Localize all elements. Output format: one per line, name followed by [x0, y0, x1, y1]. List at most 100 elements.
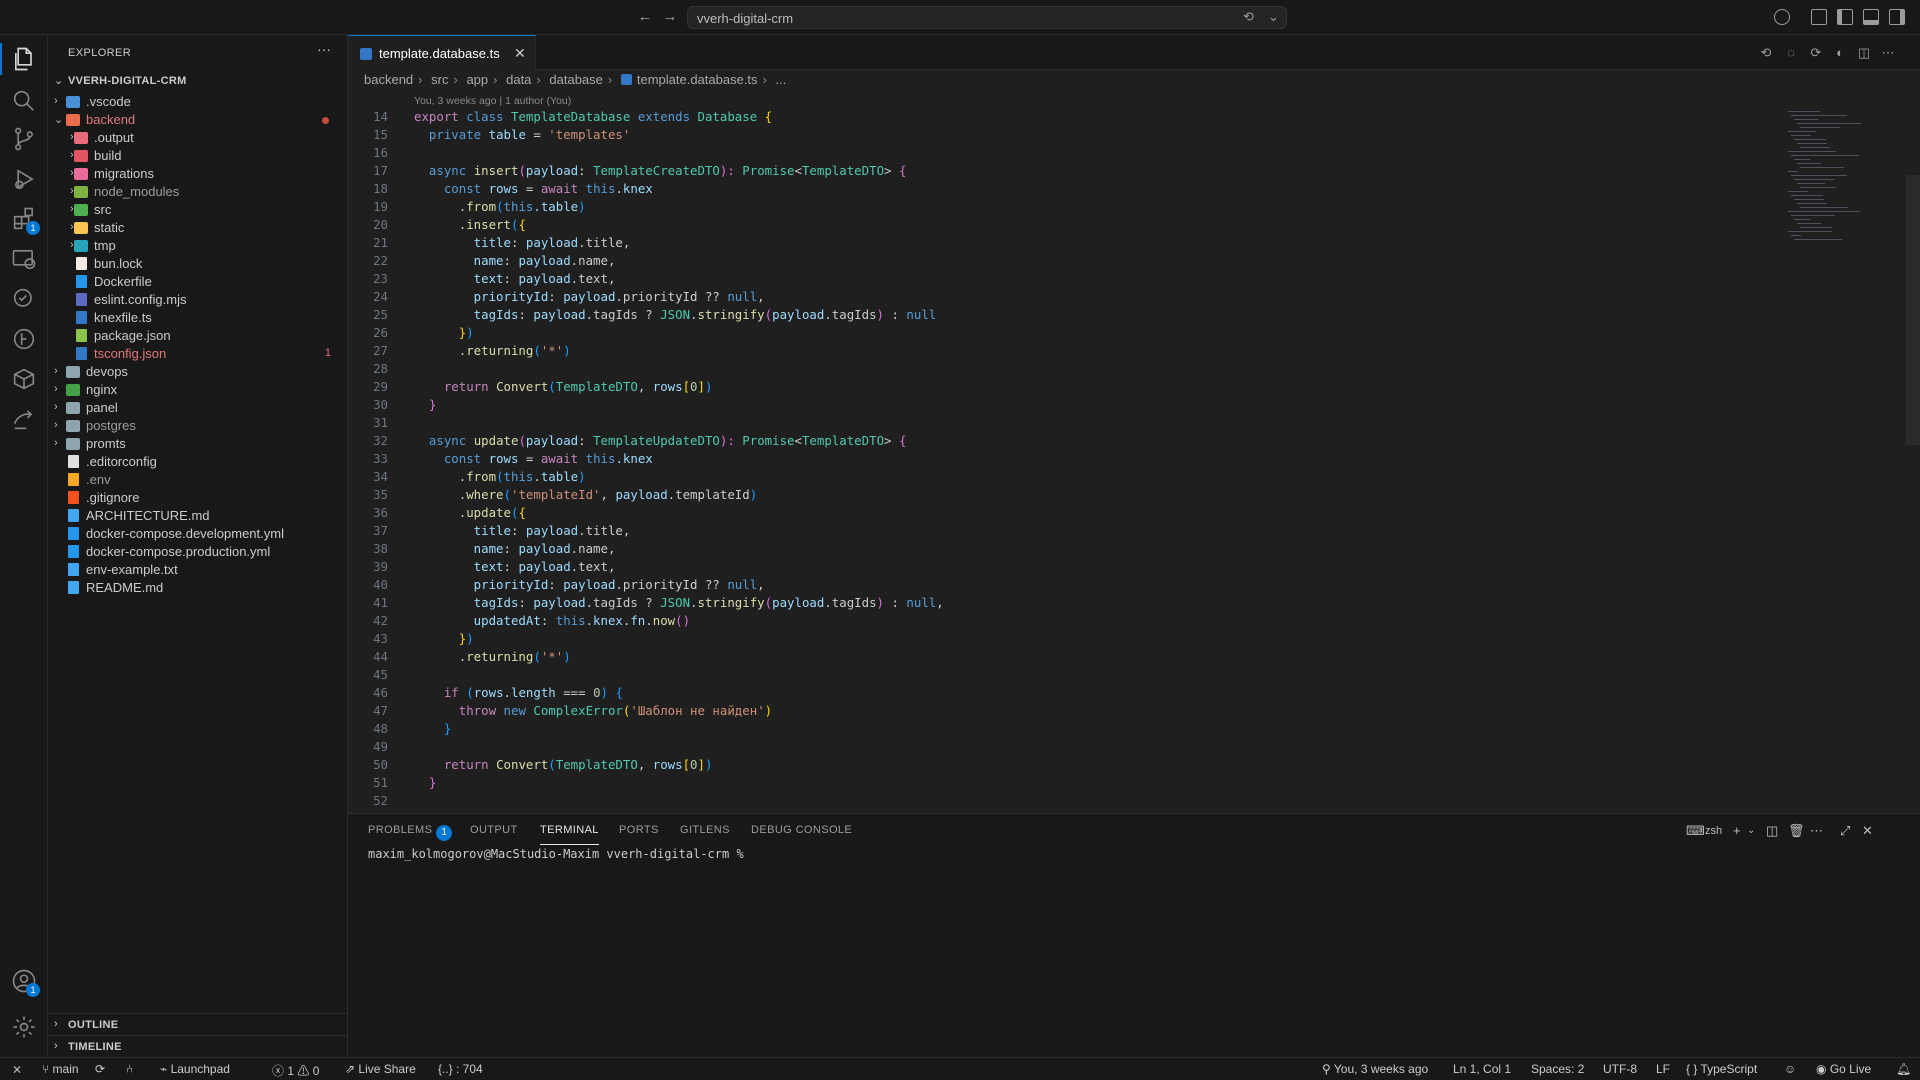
remote-indicator-icon[interactable]: ⨯ — [12, 1062, 22, 1076]
chevron-down-icon[interactable]: ⌄ — [1747, 825, 1755, 836]
breadcrumb-item[interactable]: src — [431, 72, 448, 87]
toggle-panel-icon[interactable] — [1863, 9, 1879, 25]
forward-arrow-icon[interactable]: → — [660, 7, 680, 27]
graph-icon[interactable]: ⑃ — [126, 1062, 133, 1076]
remote-explorer-icon[interactable] — [10, 245, 38, 273]
breadcrumb-item[interactable]: ... — [776, 72, 787, 87]
previous-change-icon[interactable]: ⟲ — [1758, 45, 1774, 61]
tree-item[interactable]: Dockerfile — [48, 273, 347, 291]
docker-icon[interactable] — [10, 365, 38, 393]
breadcrumb-item[interactable]: app — [466, 72, 488, 87]
tree-item[interactable]: › .vscode — [48, 93, 347, 111]
terminal-prompt[interactable]: maxim_kolmogorov@MacStudio-Maxim vverh-d… — [368, 847, 744, 861]
close-panel-icon[interactable]: ✕ — [1862, 823, 1873, 839]
open-changes-icon[interactable]: ◐ — [1832, 45, 1848, 61]
more-actions-icon[interactable]: ··· — [317, 41, 331, 57]
indentation[interactable]: Spaces: 2 — [1531, 1062, 1584, 1076]
toggle-primary-sidebar-icon[interactable] — [1837, 9, 1853, 25]
tab-gitlens[interactable]: GITLENS — [680, 824, 730, 836]
tree-item[interactable]: eslint.config.mjs — [48, 291, 347, 309]
maximize-panel-icon[interactable]: ⤢ — [1840, 823, 1850, 839]
editor-scrollbar[interactable] — [1906, 175, 1920, 445]
tree-item[interactable]: docker-compose.development.yml — [48, 525, 347, 543]
tree-item[interactable]: › migrations — [48, 165, 347, 183]
command-center[interactable]: vverh-digital-crm ⟲ ⌄ — [687, 6, 1287, 29]
copilot-icon[interactable]: ⟲ — [1243, 9, 1254, 25]
tree-item[interactable]: › src — [48, 201, 347, 219]
tree-item[interactable]: › build — [48, 147, 347, 165]
minimap[interactable] — [1788, 95, 1878, 255]
tree-item[interactable]: › panel — [48, 399, 347, 417]
split-editor-icon[interactable]: ◫ — [1856, 45, 1872, 61]
accounts-icon[interactable]: 1 — [10, 967, 40, 997]
chevron-down-icon[interactable]: ⌄ — [1268, 9, 1279, 25]
tree-item[interactable]: › postgres — [48, 417, 347, 435]
notifications-bell-icon[interactable]: 🔔︎ — [1896, 1062, 1911, 1076]
copilot-menu-icon[interactable] — [1774, 9, 1790, 25]
end-of-line[interactable]: LF — [1656, 1062, 1670, 1076]
breadcrumb-item[interactable]: data — [506, 72, 531, 87]
tree-item[interactable]: bun.lock — [48, 255, 347, 273]
tree-item[interactable]: .gitignore — [48, 489, 347, 507]
tab-output[interactable]: OUTPUT — [470, 824, 518, 836]
search-icon[interactable] — [10, 87, 38, 115]
tree-item[interactable]: › devops — [48, 363, 347, 381]
back-arrow-icon[interactable]: ← — [635, 7, 655, 27]
tab-terminal[interactable]: TERMINAL — [540, 824, 599, 845]
tree-item[interactable]: › node_modules — [48, 183, 347, 201]
cursor-position[interactable]: Ln 1, Col 1 — [1453, 1062, 1511, 1076]
breadcrumb-item[interactable]: backend — [364, 72, 413, 87]
testing-icon[interactable] — [10, 285, 38, 313]
kill-terminal-icon[interactable]: 🗑 — [1788, 823, 1805, 839]
tree-item[interactable]: docker-compose.production.yml — [48, 543, 347, 561]
tree-item[interactable]: .editorconfig — [48, 453, 347, 471]
breadcrumb-item[interactable]: template.database.ts — [637, 72, 758, 87]
next-change-icon[interactable]: ⟳ — [1808, 45, 1824, 61]
gitlens-icon[interactable] — [10, 325, 38, 353]
customize-layout-icon[interactable] — [1811, 9, 1827, 25]
tab-template-database[interactable]: template.database.ts ✕ — [348, 35, 536, 70]
extensions-icon[interactable]: 1 — [10, 205, 40, 235]
tree-item[interactable]: env-example.txt — [48, 561, 347, 579]
go-live-item[interactable]: ◉ Go Live — [1816, 1062, 1871, 1076]
run-debug-icon[interactable] — [10, 165, 38, 193]
tree-item[interactable]: › .output — [48, 129, 347, 147]
outline-section[interactable]: › OUTLINE — [48, 1013, 347, 1035]
tree-item[interactable]: › promts — [48, 435, 347, 453]
tree-item[interactable]: .env — [48, 471, 347, 489]
tree-item[interactable]: knexfile.ts — [48, 309, 347, 327]
live-share-icon[interactable] — [10, 405, 38, 433]
timeline-section[interactable]: › TIMELINE — [48, 1035, 347, 1057]
tab-ports[interactable]: PORTS — [619, 824, 659, 836]
tab-debug-console[interactable]: DEBUG CONSOLE — [751, 824, 852, 836]
tab-problems[interactable]: PROBLEMS 1 — [368, 824, 453, 841]
encoding[interactable]: UTF-8 — [1603, 1062, 1637, 1076]
tree-item[interactable]: ⌄ backend — [48, 111, 347, 129]
sync-icon[interactable]: ⟳ — [95, 1062, 105, 1076]
live-share-item[interactable]: ⇗ Live Share — [345, 1062, 416, 1076]
explorer-icon[interactable] — [10, 45, 38, 73]
tree-item[interactable]: package.json — [48, 327, 347, 345]
source-control-icon[interactable] — [10, 125, 38, 153]
split-terminal-icon[interactable]: ◫ — [1766, 823, 1778, 839]
tree-item[interactable]: tsconfig.json 1 — [48, 345, 347, 363]
more-actions-icon[interactable]: ⋯ — [1880, 45, 1896, 61]
new-terminal-icon[interactable]: + — [1733, 823, 1741, 838]
blame-item[interactable]: ⚲ You, 3 weeks ago — [1322, 1062, 1428, 1076]
breadcrumb-item[interactable]: database — [549, 72, 603, 87]
copilot-status-icon[interactable]: ☺ — [1784, 1062, 1796, 1076]
tree-item[interactable]: ARCHITECTURE.md — [48, 507, 347, 525]
language-mode[interactable]: { } TypeScript — [1686, 1062, 1757, 1076]
tree-item[interactable]: › tmp — [48, 237, 347, 255]
tree-item[interactable]: README.md — [48, 579, 347, 597]
tree-item[interactable]: › static — [48, 219, 347, 237]
gitlens-commit-icon[interactable]: ◌ — [1783, 45, 1799, 61]
workspace-root[interactable]: ⌄ VVERH-DIGITAL-CRM — [48, 71, 347, 93]
braces-count[interactable]: {..} : 704 — [438, 1062, 483, 1076]
tree-item[interactable]: › nginx — [48, 381, 347, 399]
manage-gear-icon[interactable] — [10, 1013, 38, 1041]
toggle-secondary-sidebar-icon[interactable] — [1889, 9, 1905, 25]
codelens-blame[interactable]: You, 3 weeks ago | 1 author (You) — [414, 95, 571, 107]
launchpad-item[interactable]: ⌁ Launchpad — [160, 1062, 230, 1076]
problems-item[interactable]: ⓧ 1 ⚠ 0 — [272, 1062, 319, 1079]
